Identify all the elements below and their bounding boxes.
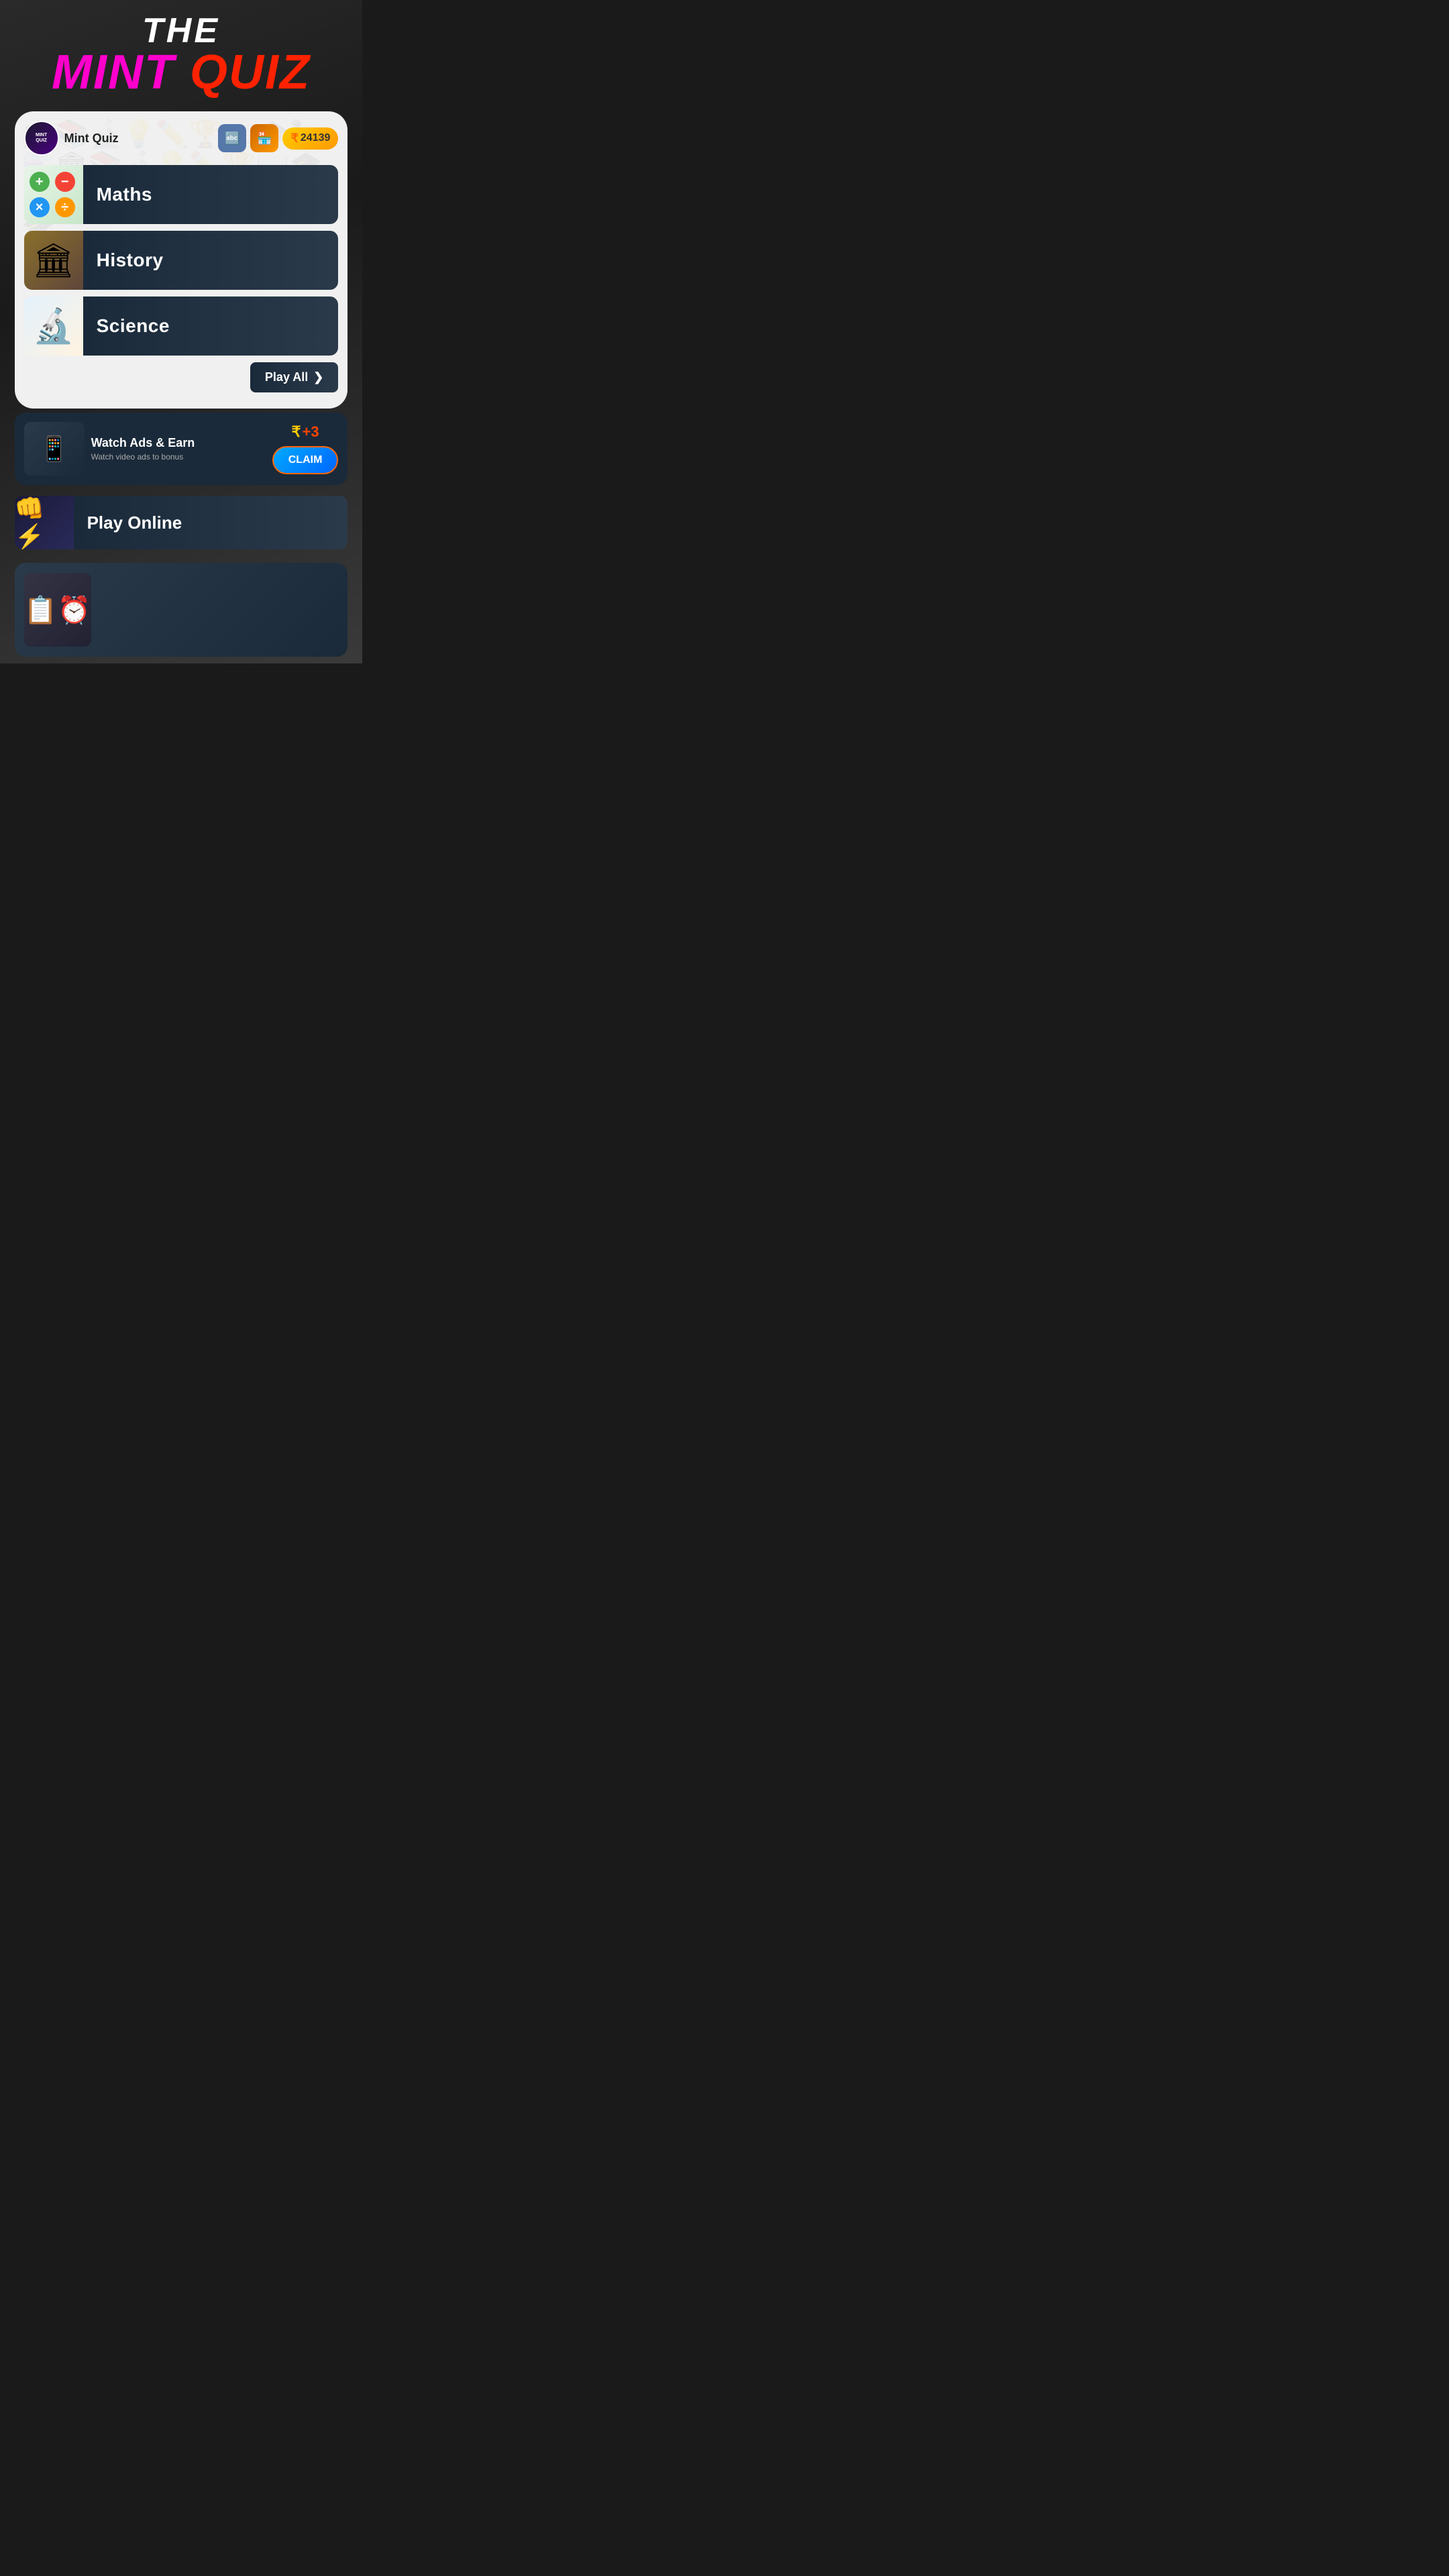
- play-all-row: Play All ❯: [24, 362, 339, 392]
- translate-button[interactable]: 🔤: [218, 124, 246, 152]
- earn-amount: +3: [303, 423, 319, 441]
- ads-section: 📱 Watch Ads & Earn Watch video ads to bo…: [15, 413, 348, 485]
- play-all-button[interactable]: Play All ❯: [250, 362, 338, 392]
- times-icon: ×: [30, 197, 50, 217]
- play-all-label: Play All: [265, 370, 308, 384]
- title-area: THE MINT QUIZ: [0, 0, 362, 105]
- app-logo: MINTQUIZ: [24, 121, 59, 156]
- maths-thumb: + − × ÷: [24, 165, 83, 224]
- ads-content: Watch Ads & Earn Watch video ads to bonu…: [91, 436, 266, 462]
- title-the: THE: [142, 13, 220, 48]
- earn-rupee: ₹: [292, 423, 301, 441]
- store-button[interactable]: 🏪: [250, 124, 278, 152]
- app-logo-text: MINTQUIZ: [36, 133, 47, 143]
- history-label: History: [83, 231, 339, 290]
- plus-icon: +: [30, 172, 50, 192]
- minus-icon: −: [55, 172, 75, 192]
- title-mint: MINT: [52, 46, 175, 99]
- history-thumb: 🏛: [24, 231, 83, 290]
- ads-title: Watch Ads & Earn: [91, 436, 266, 450]
- bottom-thumb: 📋⏰: [24, 573, 91, 647]
- science-label: Science: [83, 297, 339, 356]
- play-online-item[interactable]: 👊⚡ Play Online: [15, 496, 348, 549]
- play-online-thumb: 👊⚡: [15, 496, 74, 549]
- coin-amount: 24139: [301, 132, 331, 144]
- app-name: Mint Quiz: [64, 131, 213, 146]
- top-bar: MINTQUIZ Mint Quiz 🔤 🏪 ₹ 24139: [24, 121, 339, 156]
- claim-button[interactable]: CLAIM: [272, 446, 339, 474]
- play-online-section: 👊⚡ Play Online: [15, 496, 348, 549]
- category-item-history[interactable]: 🏛 History: [24, 231, 339, 290]
- ads-illustration: 📱: [24, 422, 85, 476]
- ads-right: ₹ +3 CLAIM: [272, 423, 339, 474]
- category-item-maths[interactable]: + − × ÷ Maths: [24, 165, 339, 224]
- title-quiz: QUIZ: [190, 46, 311, 99]
- title-mint-quiz: MINT QUIZ: [52, 48, 311, 97]
- ads-subtitle: Watch video ads to bonus: [91, 452, 266, 462]
- play-all-arrow: ❯: [313, 370, 323, 384]
- category-item-science[interactable]: 🔬 Science: [24, 297, 339, 356]
- main-card: 🏛📚🔬💡✏️🏆📖🎓🔭⚗️🏛📚🔬💡✏️🏆📖🎓🔭⚗️🏛📚🔬💡✏️🏆📖🎓 MINTQU…: [15, 111, 348, 409]
- science-thumb: 🔬: [24, 297, 83, 356]
- top-bar-icons: 🔤 🏪 ₹ 24139: [218, 124, 338, 152]
- bottom-partial-card: 📋⏰: [15, 563, 348, 657]
- coin-badge[interactable]: ₹ 24139: [282, 127, 338, 150]
- maths-label: Maths: [83, 165, 339, 224]
- earn-badge: ₹ +3: [292, 423, 319, 441]
- divide-icon: ÷: [55, 197, 75, 217]
- rupee-icon: ₹: [290, 131, 298, 146]
- play-online-label: Play Online: [74, 496, 348, 549]
